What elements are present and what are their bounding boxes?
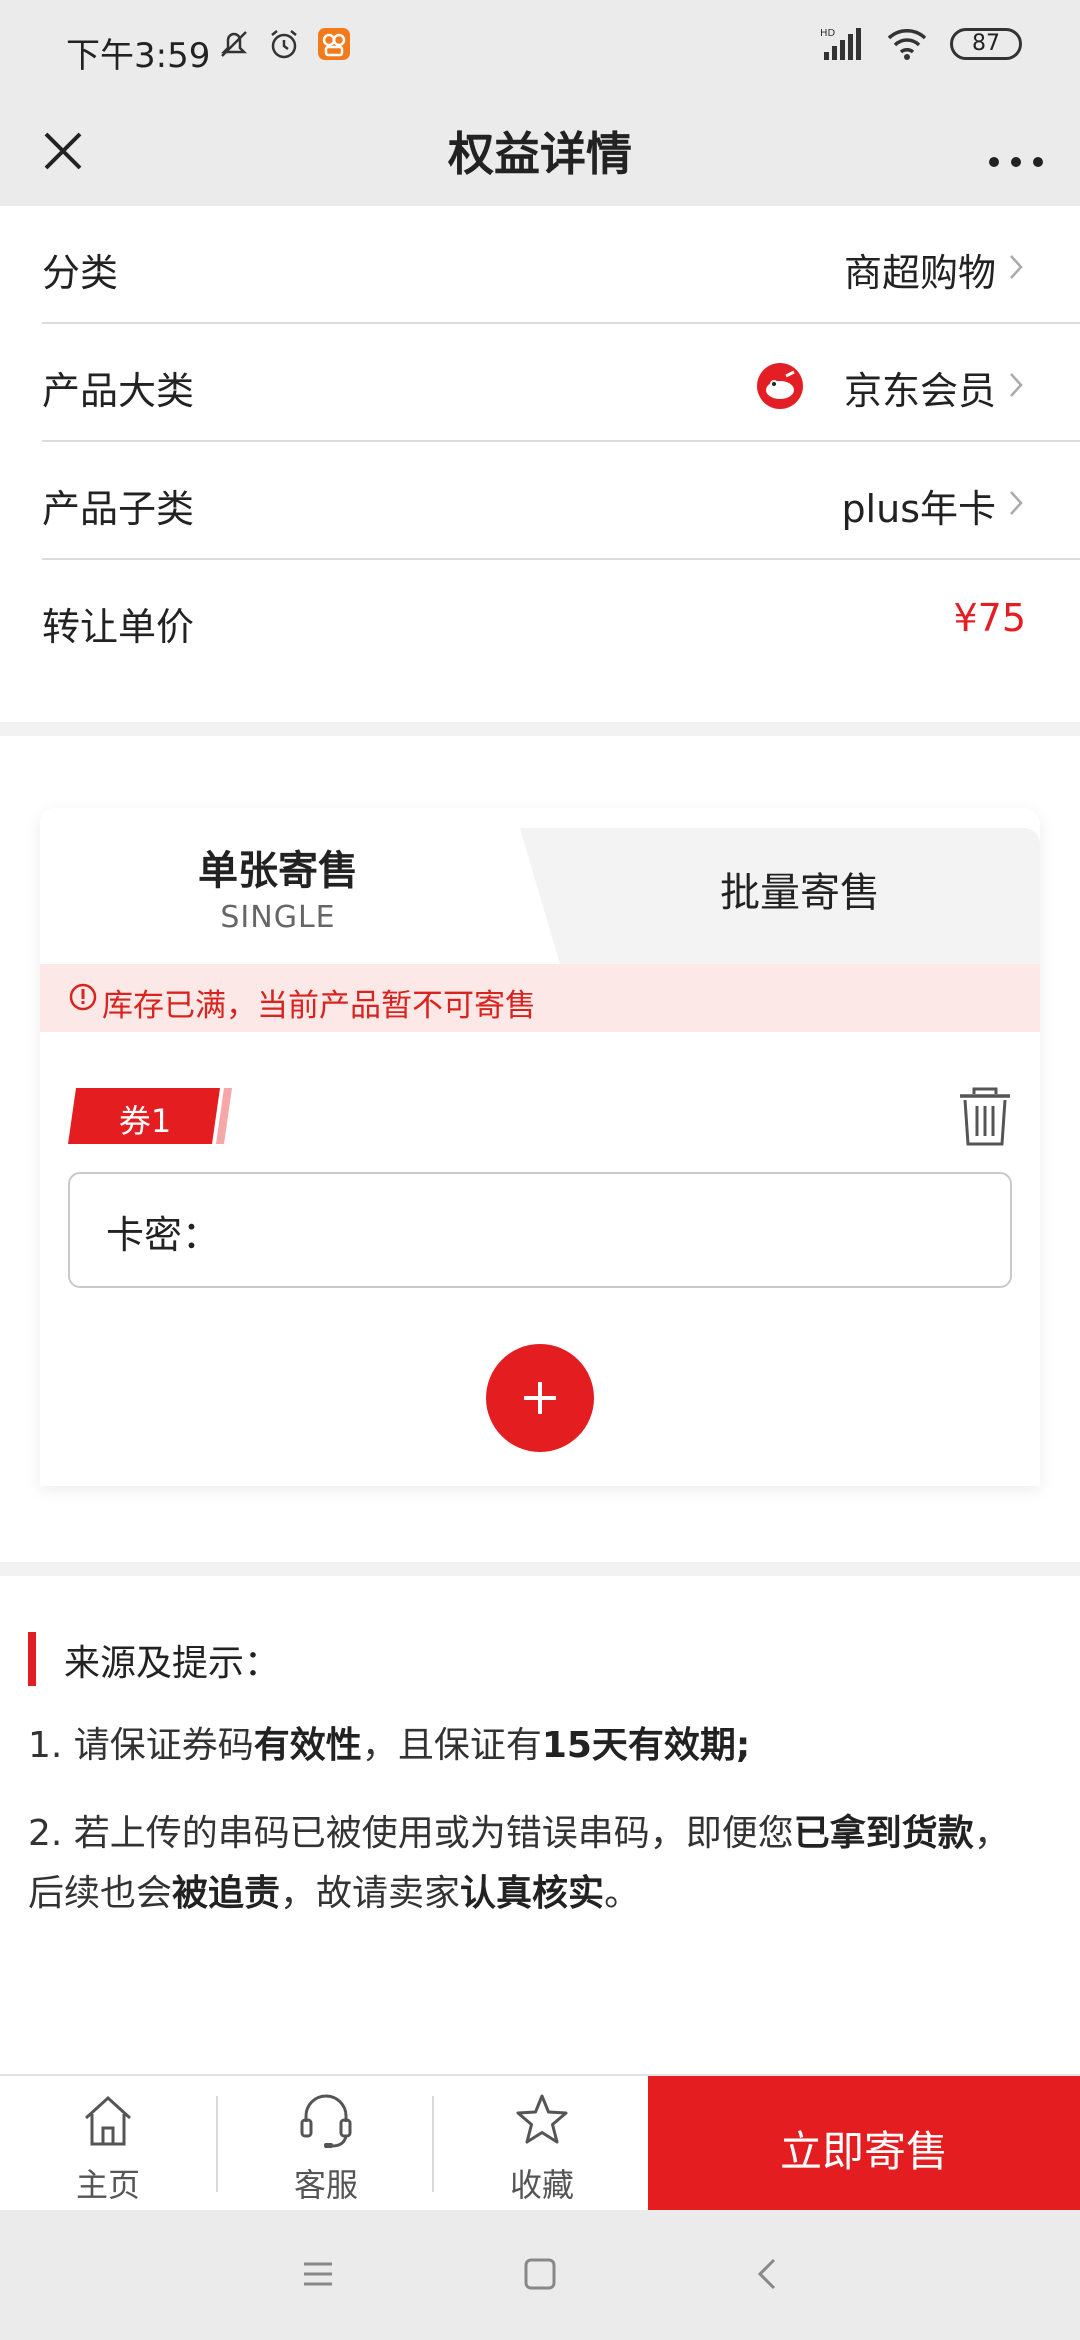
product-type-row[interactable]: 产品大类 京东会员 <box>42 324 1080 442</box>
sell-now-label: 立即寄售 <box>779 2127 948 2176</box>
nav-favorite-label: 收藏 <box>509 2166 574 2204</box>
tip-item-2: 2. 若上传的串码已被使用或为错误串码，即便您已拿到货款，后续也会被追责，故请卖… <box>28 1813 1010 1914</box>
nav-favorite[interactable]: 收藏 <box>434 2076 650 2212</box>
more-icon <box>989 157 1043 167</box>
tab-bar: 单张寄售 SINGLE 批量寄售 <box>40 808 1040 964</box>
card-secret-label: 卡密： <box>106 1213 221 1257</box>
tips-accent-bar <box>28 1632 36 1686</box>
sell-now-button[interactable]: 立即寄售 <box>648 2076 1080 2212</box>
product-info: 分类 商超购物 产品大类 京东会员 产品子类 plus年卡 转让单价 ¥75 <box>0 206 1080 678</box>
more-button[interactable] <box>978 116 1054 186</box>
alarm-icon <box>271 30 297 59</box>
coupon-tag: 券1 <box>68 1088 238 1144</box>
app-notification-icon <box>318 28 350 60</box>
header: 权益详情 <box>0 96 1080 206</box>
section-divider <box>0 1562 1080 1576</box>
svg-text:HD: HD <box>820 28 836 39</box>
price-value: ¥75 <box>953 596 1026 640</box>
bottom-action-bar: 主页 客服 收藏 立即寄售 <box>0 2074 1080 2212</box>
headset-icon <box>300 2094 352 2148</box>
warning-text: 库存已满，当前产品暂不可寄售 <box>102 988 536 1024</box>
product-type-label: 产品大类 <box>42 369 195 413</box>
tab-single-subtitle: SINGLE <box>220 900 336 935</box>
delete-button[interactable] <box>956 1086 1014 1148</box>
nav-home-label: 主页 <box>75 2166 140 2204</box>
product-subtype-label: 产品子类 <box>42 487 195 531</box>
chevron-right-icon <box>1010 255 1023 279</box>
jd-logo-icon <box>757 363 803 409</box>
trash-icon <box>960 1087 1010 1146</box>
menu-icon[interactable] <box>296 2252 340 2296</box>
nav-service-label: 客服 <box>293 2166 358 2204</box>
tab-batch[interactable]: 批量寄售 <box>560 860 1040 918</box>
chevron-right-icon <box>1010 373 1023 397</box>
category-row[interactable]: 分类 商超购物 <box>42 206 1080 324</box>
price-row: 转让单价 ¥75 <box>42 560 1080 678</box>
system-nav-bar <box>0 2210 1080 2340</box>
price-label: 转让单价 <box>42 605 195 649</box>
signal-icon: HD <box>820 28 861 60</box>
page-title: 权益详情 <box>448 127 632 181</box>
mute-icon <box>220 31 248 57</box>
battery-icon: 87 <box>950 28 1022 60</box>
chevron-right-icon <box>1010 491 1023 515</box>
home-icon <box>84 2095 132 2146</box>
tab-single-title: 单张寄售 <box>198 848 358 894</box>
product-subtype-value: plus年卡 <box>841 487 996 531</box>
consignment-card: 单张寄售 SINGLE 批量寄售 库存已满，当前产品暂不可寄售 券1 卡密： <box>40 808 1040 1486</box>
tip-item-1: 1. 请保证券码有效性，且保证有15天有效期; <box>28 1725 751 1766</box>
product-type-value: 京东会员 <box>843 369 996 413</box>
coupon-tag-label: 券1 <box>118 1102 172 1140</box>
home-square-icon[interactable] <box>518 2252 562 2296</box>
add-coupon-button[interactable] <box>486 1344 594 1452</box>
card-secret-input[interactable]: 卡密： <box>68 1172 1012 1288</box>
product-subtype-row[interactable]: 产品子类 plus年卡 <box>42 442 1080 560</box>
category-value: 商超购物 <box>843 251 996 295</box>
section-divider <box>0 722 1080 736</box>
star-icon <box>516 2094 568 2144</box>
alert-icon <box>69 983 97 1011</box>
status-time: 下午3:59 <box>66 36 211 76</box>
back-icon[interactable] <box>746 2252 790 2296</box>
nav-home[interactable]: 主页 <box>0 2076 216 2212</box>
category-label: 分类 <box>42 251 119 295</box>
tips-title: 来源及提示： <box>64 1643 281 1684</box>
status-bar: 下午3:59 HD 87 <box>0 0 1080 96</box>
nav-service[interactable]: 客服 <box>218 2076 434 2212</box>
stock-warning: 库存已满，当前产品暂不可寄售 <box>40 964 1040 1032</box>
wifi-icon <box>887 29 927 60</box>
